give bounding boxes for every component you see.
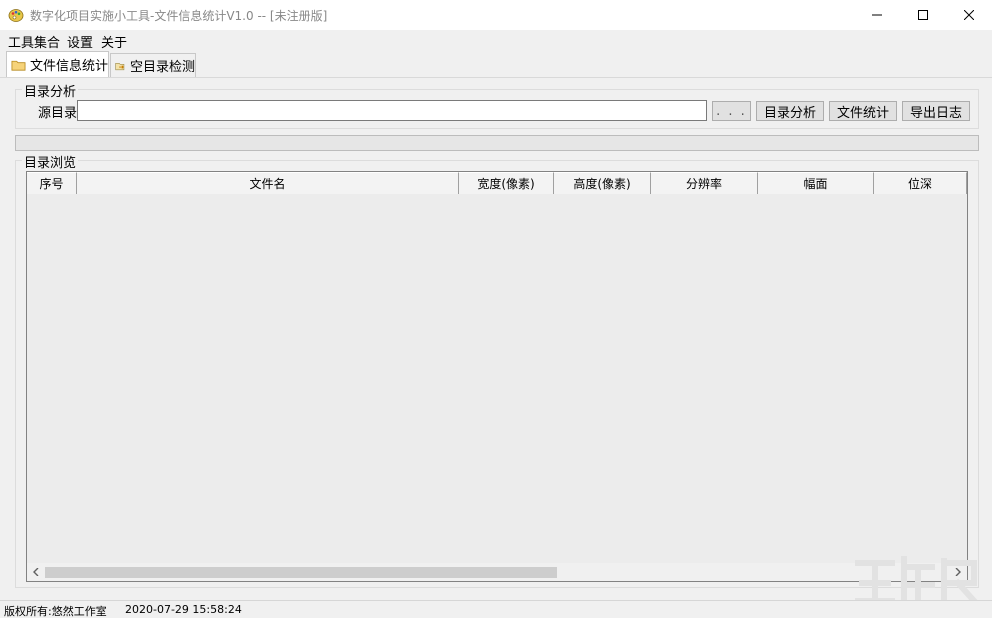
status-bar: 版权所有:悠然工作室 2020-07-29 15:58:24	[0, 600, 992, 618]
close-button[interactable]	[946, 0, 992, 30]
column-header-index[interactable]: 序号	[27, 172, 77, 194]
analyze-dir-button[interactable]: 目录分析	[756, 101, 824, 121]
browse-button[interactable]: . . .	[712, 101, 751, 121]
menu-settings[interactable]: 设置	[67, 32, 93, 51]
menu-tools[interactable]: 工具集合	[8, 32, 60, 51]
tab-file-info-stats[interactable]: 文件信息统计	[6, 51, 109, 77]
export-log-button[interactable]: 导出日志	[902, 101, 970, 121]
column-header-size-format[interactable]: 幅面	[758, 172, 874, 194]
column-header-height[interactable]: 高度(像素)	[554, 172, 651, 194]
copyright-text: 版权所有:悠然工作室	[4, 605, 107, 618]
window-title: 数字化项目实施小工具-文件信息统计V1.0 -- [未注册版]	[30, 9, 328, 23]
column-header-resolution[interactable]: 分辨率	[651, 172, 758, 194]
main-window: 数字化项目实施小工具-文件信息统计V1.0 -- [未注册版] 工具集合 设置 …	[0, 0, 992, 618]
column-header-filename[interactable]: 文件名	[77, 172, 459, 194]
maximize-button[interactable]	[900, 0, 946, 30]
browse-group-title: 目录浏览	[22, 152, 79, 171]
source-dir-input[interactable]	[77, 100, 707, 121]
menu-about[interactable]: 关于	[101, 32, 127, 51]
file-stats-button[interactable]: 文件统计	[829, 101, 897, 121]
column-header-width[interactable]: 宽度(像素)	[459, 172, 554, 194]
column-header-bit-depth[interactable]: 位深	[874, 172, 967, 194]
tab-label: 文件信息统计	[29, 59, 108, 74]
title-bar[interactable]: 数字化项目实施小工具-文件信息统计V1.0 -- [未注册版]	[0, 0, 992, 30]
folder-icon	[11, 60, 26, 71]
grid-header: 序号 文件名 宽度(像素) 高度(像素) 分辨率 幅面 位深	[27, 172, 967, 194]
scroll-thumb[interactable]	[45, 567, 557, 578]
tab-empty-dir-check[interactable]: 空目录检测	[110, 53, 196, 77]
minimize-button[interactable]	[854, 0, 900, 30]
minimize-icon	[872, 14, 882, 16]
tab-label: 空目录检测	[129, 60, 195, 75]
maximize-icon	[918, 10, 928, 20]
file-list-grid[interactable]: 序号 文件名 宽度(像素) 高度(像素) 分辨率 幅面 位深	[26, 171, 968, 582]
analysis-group-title: 目录分析	[22, 81, 79, 100]
menu-bar: 工具集合 设置 关于	[0, 30, 992, 51]
tab-panel-border	[0, 77, 992, 78]
status-datetime: 2020-07-29 15:58:24	[125, 603, 242, 616]
empty-folder-check-icon	[115, 62, 125, 70]
horizontal-scrollbar[interactable]	[27, 563, 967, 581]
scroll-left-arrow-icon[interactable]	[27, 563, 45, 581]
progress-bar	[15, 135, 979, 151]
close-icon	[964, 10, 974, 20]
source-dir-label: 源目录	[38, 106, 78, 121]
palette-icon	[8, 9, 24, 22]
tab-strip: 文件信息统计 空目录检测	[0, 51, 992, 78]
